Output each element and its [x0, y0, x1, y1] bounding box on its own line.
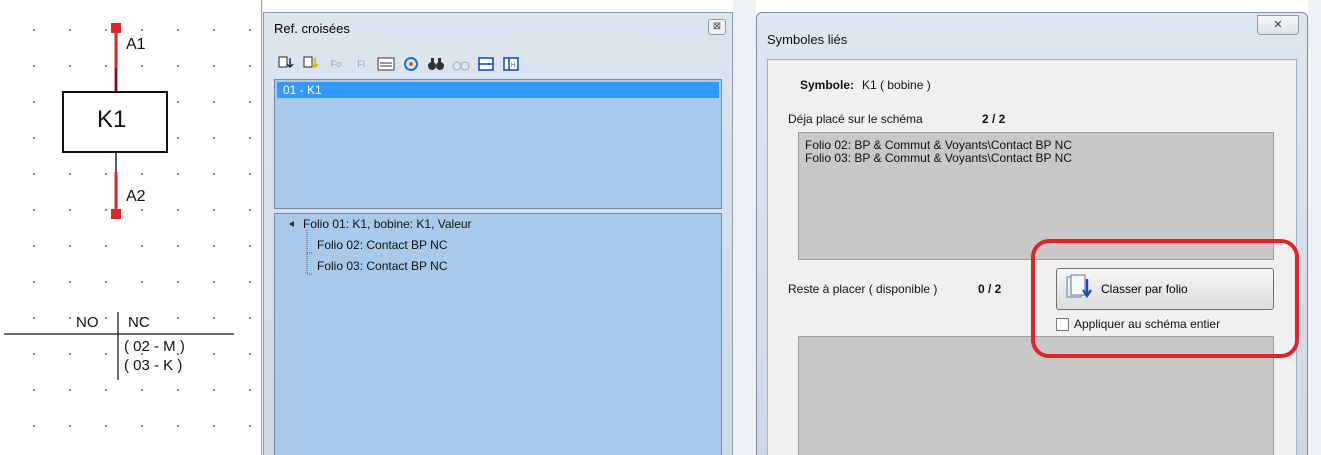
reference-tree[interactable]: Folio 01: K1, bobine: K1, Valeur Folio 0…	[274, 213, 722, 455]
binoculars-disabled-icon[interactable]	[451, 54, 471, 74]
split-vertical-icon[interactable]: H	[501, 54, 521, 74]
folio-alt-icon[interactable]: Fl	[351, 54, 371, 74]
remaining-count: 0 / 2	[978, 282, 1002, 296]
refresh-icon[interactable]	[401, 54, 421, 74]
list-down-color-icon[interactable]	[301, 54, 321, 74]
panel-gap	[733, 0, 756, 455]
coil-symbol	[4, 23, 234, 380]
contact-ref-2: ( 03 - K )	[124, 357, 183, 374]
close-icon[interactable]: ✕	[1257, 15, 1299, 35]
reference-list[interactable]: 01 - K1	[274, 79, 722, 209]
toolbar: Fo Fl H	[276, 53, 521, 75]
right-gap	[1308, 0, 1321, 455]
schematic-canvas[interactable]: A1 K1 A2 NO NC ( 02 - M ) ( 03 - K )	[0, 0, 262, 455]
list-down-icon[interactable]	[276, 54, 296, 74]
column-nc-label: NC	[128, 314, 150, 331]
panel-title: Ref. croisées	[274, 21, 350, 36]
close-icon[interactable]: ⊠	[708, 19, 726, 35]
coil-label: K1	[97, 106, 127, 133]
binoculars-icon[interactable]	[426, 54, 446, 74]
tree-root-item[interactable]: Folio 01: K1, bobine: K1, Valeur	[303, 217, 472, 231]
tree-child-item[interactable]: Folio 03: Contact BP NC	[317, 259, 448, 273]
list-item-selected[interactable]: 01 - K1	[277, 82, 719, 98]
symboles-lies-dialog: Symboles liés ✕ Symbole: K1 ( bobine ) D…	[756, 12, 1308, 455]
symbole-value: K1 ( bobine )	[862, 78, 931, 92]
split-horizontal-icon[interactable]	[476, 54, 496, 74]
remaining-label: Reste à placer ( disponible )	[788, 282, 938, 296]
tree-child-item[interactable]: Folio 02: Contact BP NC	[317, 238, 448, 252]
ref-icon[interactable]	[376, 54, 396, 74]
dialog-title: Symboles liés	[767, 32, 848, 47]
placed-count: 2 / 2	[982, 112, 1006, 126]
column-no-label: NO	[76, 314, 99, 331]
terminal-a1-label: A1	[126, 36, 146, 53]
placed-list-item[interactable]: Folio 03: BP & Commut & Voyants\Contact …	[799, 152, 1273, 165]
highlight-annotation	[1031, 239, 1299, 358]
ref-croisees-panel: Ref. croisées ⊠ Fo Fl H 01 - K1 Folio 01…	[263, 12, 733, 455]
terminal-a2-label: A2	[126, 188, 146, 205]
contact-ref-1: ( 02 - M )	[124, 338, 185, 355]
svg-text:H: H	[511, 63, 515, 69]
symbole-label: Symbole:	[800, 78, 855, 92]
folio-icon[interactable]: Fo	[326, 54, 346, 74]
placed-label: Déja placé sur le schéma	[788, 112, 923, 126]
